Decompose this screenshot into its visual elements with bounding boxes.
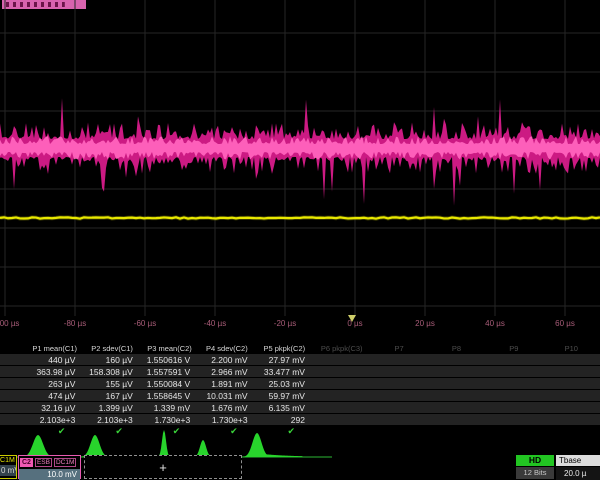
measurement-table: P1 mean(C1) P2 sdev(C1) P3 mean(C2) P4 sdev… [0,343,600,435]
c2-coupling-badge: DC1M [54,458,76,467]
measure-value: 10.031 mV [200,391,247,401]
measure-param-header[interactable]: P3 mean(C2) [147,344,192,353]
measure-value: 1.339 mV [143,403,190,413]
time-axis-label: -20 µs [274,319,296,328]
c1-trace [0,217,600,218]
time-axis-label: 20 µs [415,319,435,328]
measure-value: 59.97 mV [258,391,305,401]
c2-esb-badge: ESB [35,458,52,467]
measure-value: 2.103e+3 [85,415,132,425]
measure-value: 1.891 mV [200,379,247,389]
c1-vdiv-value: 0 mV [0,465,16,476]
measure-param-header[interactable]: P6 pkpk(C3) [321,344,363,353]
time-axis-label: 0 µs [347,319,362,328]
c2-channel-badge: C2 [20,458,33,467]
measure-value: 1.676 mV [200,403,247,413]
measure-value: 158.308 µV [85,367,132,377]
measure-value: 155 µV [85,379,132,389]
measure-stat-row: 440 µV 160 µV 1.550616 V 2.200 mV 27.97 mV [0,354,600,365]
measure-value: 1.550616 V [143,355,190,365]
measure-value: 167 µV [85,391,132,401]
measure-value: 1.730e+3 [200,415,247,425]
measure-stat-row: 263 µV 155 µV 1.550084 V 1.891 mV 25.03 mV [0,378,600,389]
measure-value: 25.03 mV [258,379,305,389]
histicon [79,435,119,457]
measure-value: 2.966 mV [200,367,247,377]
time-axis-label: -60 µs [134,319,156,328]
measure-value: 292 [258,415,305,425]
histicon [21,435,66,457]
histicon [157,430,174,457]
resolution-bits-label: 12 Bits [516,467,554,479]
c2-vdiv-value: 10.0 mV [19,469,80,480]
time-axis: -100 µs -80 µs -60 µs -40 µs -20 µs 0 µs 20 µs… [0,319,600,331]
measure-param-header[interactable]: P8 [452,344,461,353]
measure-value: 32.16 µV [28,403,75,413]
measure-value: 263 µV [28,379,75,389]
time-axis-label: -100 µs [0,319,19,328]
channel-c2-descriptor[interactable]: C2 ESB DC1M 10.0 mV [18,455,81,479]
time-axis-label: 60 µs [555,319,575,328]
measure-value: 27.97 mV [258,355,305,365]
measure-value: 160 µV [85,355,132,365]
c1-coupling-label: DC1M [0,457,16,464]
measure-stat-row: 363.98 µV 158.308 µV 1.557591 V 2.966 mV 33.… [0,366,600,377]
measure-value: 474 µV [28,391,75,401]
measure-value: 1.550084 V [143,379,190,389]
measure-value: 2.200 mV [200,355,247,365]
time-axis-label: -40 µs [204,319,226,328]
timebase-descriptor[interactable]: Tbase [556,455,600,466]
measure-stat-row: 474 µV 167 µV 1.558645 V 10.031 mV 59.97 mV [0,390,600,401]
measure-stat-row: 32.16 µV 1.399 µV 1.339 mV 1.676 mV 6.135 mV [0,402,600,413]
measure-value: 363.98 µV [28,367,75,377]
measure-param-header[interactable]: P7 [395,344,404,353]
histicon [241,433,303,457]
measure-param-header[interactable]: P1 mean(C1) [32,344,77,353]
measure-value: 2.103e+3 [28,415,75,425]
oscilloscope-screen: -100 µs -80 µs -60 µs -40 µs -20 µs 0 µs 20 µs… [0,0,600,480]
c2-descriptor-top-row: C2 ESB DC1M [19,456,80,468]
measure-value: 6.135 mV [258,403,305,413]
timebase-value: 20.0 µ [556,467,600,480]
time-axis-label: 40 µs [485,319,505,328]
measure-value: 440 µV [28,355,75,365]
channel-c1-descriptor[interactable]: DC1M 0 mV [0,455,17,479]
measure-value: 33.477 mV [258,367,305,377]
measure-value: 1.399 µV [85,403,132,413]
hd-mode-badge: HD [516,455,554,466]
time-axis-label: -80 µs [64,319,86,328]
measure-value: 1.558645 V [143,391,190,401]
add-trace-slot[interactable]: + [84,455,242,479]
waveform-display[interactable] [0,0,600,335]
measure-param-header[interactable]: P2 sdev(C1) [91,344,133,353]
measure-stat-row: 2.103e+3 2.103e+3 1.730e+3 1.730e+3 292 [0,414,600,425]
measure-value: 1.730e+3 [143,415,190,425]
plus-icon: + [159,460,167,475]
measure-param-header[interactable]: P10 [565,344,578,353]
measure-param-header[interactable]: P5 pkpk(C2) [263,344,305,353]
measure-param-header[interactable]: P9 [509,344,518,353]
measure-param-header[interactable]: P4 sdev(C2) [206,344,248,353]
measure-value: 1.557591 V [143,367,190,377]
